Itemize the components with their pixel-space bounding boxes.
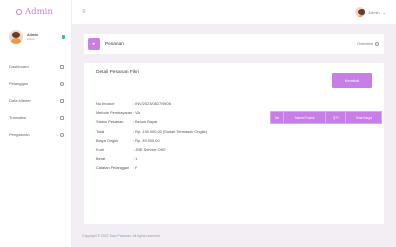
- page-header-icon: ▸: [88, 38, 100, 50]
- chevron-right-icon: ›: [56, 132, 58, 137]
- sidebar-item-pengaturan[interactable]: Pengaturan ›: [0, 126, 71, 143]
- detail-label: Total: [96, 128, 105, 134]
- footer-suffix: . All rights reserved.: [130, 234, 161, 238]
- footer-link[interactable]: Toko Pesanan: [109, 234, 131, 238]
- sidebar-item-pelanggan[interactable]: Pelanggan: [0, 75, 71, 92]
- detail-label: Catatan Pelanggan: [96, 165, 130, 171]
- detail-row-order-status: Status Pesanan : Belum Bayar: [96, 117, 256, 126]
- detail-row-customer-note: Catatan Pelanggan : F: [96, 163, 256, 172]
- detail-label: Status Pesanan: [96, 119, 124, 125]
- sidebar-item-data-master[interactable]: Data Master ›: [0, 92, 71, 109]
- column-header-qty: QTY: [325, 111, 347, 124]
- detail-value: : Rp. 139.000,00 (Sudah Termasuk Ongkir): [133, 128, 208, 134]
- table-header-row: No Nama Produk QTY Total Harga: [269, 111, 382, 124]
- sidebar-menu: Dashboard Pelanggan Data Master › Transa…: [0, 58, 71, 143]
- detail-label: Kurir: [96, 147, 105, 153]
- detail-row-shipping-cost: Biaya Ongkir : Rp. 39.000,00: [96, 136, 256, 145]
- detail-row-invoice: No Invoice : INV/2023/0827/9406: [96, 99, 256, 108]
- detail-value: : Belum Bayar: [133, 119, 158, 125]
- detail-row-weight: Berat : 1: [96, 154, 256, 163]
- detail-value: : INV/2023/0827/9406: [133, 101, 171, 107]
- footer-copyright: Copyright © 2023: [82, 234, 109, 238]
- detail-label: No Invoice: [96, 101, 115, 107]
- topbar-user-menu[interactable]: Admin ⌄: [355, 7, 386, 17]
- dashboard-icon: [60, 64, 64, 69]
- order-items-table: No Nama Produk QTY Total Harga: [269, 111, 382, 124]
- sidebar-user-panel[interactable]: Admin Admin: [0, 24, 71, 48]
- page-footer: Copyright © 2023 Toko Pesanan. All right…: [82, 234, 161, 238]
- detail-value: : Rp. 39.000,00: [133, 137, 160, 143]
- column-header-total-price: Total Harga: [345, 111, 382, 124]
- sidebar-item-transaksi[interactable]: Transaksi ›: [0, 109, 71, 126]
- detail-value: : F: [133, 165, 138, 171]
- main-content: ▸ Pesanan Overview Detail Pesanan Fikri …: [72, 24, 396, 247]
- settings-icon: [60, 132, 64, 137]
- cart-icon: [60, 115, 64, 120]
- chevron-right-icon: ›: [56, 115, 58, 120]
- sidebar-item-dashboard[interactable]: Dashboard: [0, 58, 71, 75]
- topbar: ≡ Admin ⌄: [72, 0, 396, 24]
- info-icon: [375, 42, 379, 46]
- detail-value: : 1: [133, 156, 138, 162]
- detail-row-courier: Kurir : JNE Service OKE: [96, 145, 256, 154]
- order-detail-card: Detail Pesanan Fikri Kembali No Invoice …: [84, 63, 384, 224]
- detail-value: : JNE Service OKE: [133, 147, 166, 153]
- sidebar-item-label: Transaksi: [9, 115, 27, 120]
- sidebar-item-label: Data Master: [9, 98, 31, 103]
- brand-logo-icon: [16, 9, 22, 15]
- detail-label: Metode Pembayaran: [96, 110, 133, 116]
- detail-value: : VA: [133, 110, 141, 116]
- database-icon: [60, 98, 64, 103]
- chevron-down-icon: ⌄: [382, 9, 386, 15]
- sidebar-item-label: Dashboard: [9, 64, 29, 69]
- detail-row-total: Total : Rp. 139.000,00 (Sudah Termasuk O…: [96, 127, 256, 136]
- sidebar-item-label: Pelanggan: [9, 81, 29, 86]
- detail-label: Biaya Ongkir: [96, 137, 119, 143]
- online-status-badge: [62, 35, 65, 39]
- hamburger-menu-icon[interactable]: ≡: [82, 9, 86, 15]
- people-icon: [60, 81, 64, 86]
- sidebar-item-label: Pengaturan: [9, 132, 30, 137]
- user-avatar: [9, 30, 23, 44]
- order-details: No Invoice : INV/2023/0827/9406 Metode P…: [96, 99, 256, 173]
- sidebar-user-role: Admin: [27, 37, 35, 41]
- card-title: Detail Pesanan Fikri: [96, 70, 139, 75]
- topbar-user-name: Admin: [368, 9, 380, 15]
- page-header: ▸ Pesanan Overview: [84, 34, 384, 54]
- page-title: Pesanan: [105, 41, 124, 47]
- overview-link[interactable]: Overview: [357, 42, 379, 46]
- chevron-right-icon: ›: [56, 98, 58, 103]
- sidebar: Admin Admin Admin Dashboard Pelanggan Da…: [0, 0, 72, 247]
- column-header-no: No: [269, 111, 285, 124]
- brand-title: Admin: [25, 7, 53, 17]
- detail-label: Berat: [96, 156, 106, 162]
- overview-label: Overview: [357, 42, 373, 46]
- user-avatar: [355, 7, 366, 17]
- back-button[interactable]: Kembali: [332, 73, 372, 88]
- detail-row-payment-method: Metode Pembayaran : VA: [96, 108, 256, 117]
- column-header-product-name: Nama Produk: [283, 111, 327, 124]
- brand[interactable]: Admin: [0, 0, 71, 24]
